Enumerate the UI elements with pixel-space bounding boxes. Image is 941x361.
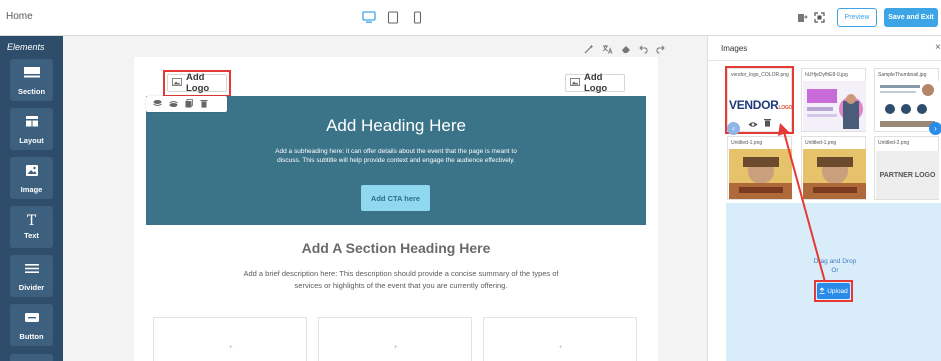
panel-title: Images [721,44,748,53]
canvas-toolbar [584,44,665,56]
card-placeholder: + [394,345,398,351]
export-icon[interactable] [797,10,808,28]
sidebar-item-label: Image [20,184,43,194]
highlight-box-logo [163,70,231,97]
sidebar-item-text[interactable]: T Text [10,206,53,248]
sidebar-item-more[interactable] [10,354,53,361]
drop-zone-text: Drag and Drop Or [813,258,857,274]
hero-heading[interactable]: Add Heading Here [146,116,646,136]
thumbnail-image [803,149,866,199]
partner-logo-text: PARTNER LOGO [876,151,939,199]
thumbnail-filename: SampleThumbnail.jpg [878,72,927,78]
sidebar-item-divider[interactable]: Divider [10,255,53,297]
magic-wand-icon[interactable] [584,44,594,56]
content-card-2[interactable]: + [318,317,472,361]
elements-sidebar: Elements Section Layout Image T Text Div… [0,36,63,361]
sidebar-item-label: Section [17,86,46,96]
block-toolbar [146,96,227,112]
trash-icon[interactable] [200,95,208,113]
cta-button[interactable]: Add CTA here [361,185,430,211]
sidebar-item-section[interactable]: Section [10,59,53,101]
content-card-1[interactable]: + [153,317,307,361]
sidebar-item-button[interactable]: Button [10,304,53,346]
thumbnail-image [803,81,866,131]
content-card-3[interactable]: + [483,317,637,361]
image-icon [24,163,40,181]
image-thumbnail-4[interactable]: Untitled-1.png [727,136,792,200]
carousel-next-button[interactable]: › [929,122,941,135]
hero-subheading[interactable]: Add a subheading here: it can offer deta… [266,148,526,165]
top-right-tools [797,10,825,28]
section-icon [23,65,40,83]
carousel-prev-button[interactable]: ‹ [727,122,740,135]
sidebar-item-layout[interactable]: Layout [10,108,53,150]
card-placeholder: + [559,345,563,351]
image-thumbnail-5[interactable]: Untitled-1.png [801,136,866,200]
image-icon [570,77,580,89]
panel-divider [708,60,941,61]
top-bar: Home Preview Save and Exit [0,0,941,36]
thumbnail-image [729,149,792,199]
add-logo-label: Add Logo [584,72,608,94]
button-icon [24,310,40,328]
sidebar-item-image[interactable]: Image [10,157,53,199]
breadcrumb-home[interactable]: Home [6,11,33,22]
redo-icon[interactable] [656,45,665,56]
sidebar-item-label: Divider [18,282,45,292]
fullscreen-icon[interactable] [814,10,825,28]
sidebar-item-label: Button [19,331,44,341]
undo-icon[interactable] [639,45,648,56]
add-logo-right-button[interactable]: Add Logo [565,72,625,94]
layers-down-icon[interactable] [153,95,162,113]
device-switcher [362,10,424,24]
layout-icon [24,114,40,132]
text-icon: T [26,212,37,229]
thumbnail-filename: Untitled-1.png [731,140,763,146]
divider-icon [24,261,40,279]
translate-icon[interactable] [602,44,613,56]
layers-up-icon[interactable] [169,95,178,113]
image-thumbnail-3[interactable]: SampleThumbnail.jpg [874,68,939,132]
tablet-icon[interactable] [386,10,400,24]
section-description[interactable]: Add a brief description here: This descr… [241,268,561,292]
image-thumbnail-6[interactable]: Untitled-2.png PARTNER LOGO [874,136,939,200]
eraser-icon[interactable] [621,44,631,56]
mobile-icon[interactable] [410,10,424,24]
close-icon[interactable]: × [935,42,941,53]
save-and-exit-button[interactable]: Save and Exit [884,8,938,27]
sidebar-title: Elements [7,42,45,52]
image-thumbnail-2[interactable]: hUHjeDyfhE8-0.jpg [801,68,866,132]
preview-button[interactable]: Preview [837,8,877,27]
section-heading[interactable]: Add A Section Heading Here [146,240,646,256]
sidebar-item-label: Text [24,230,39,240]
desktop-icon[interactable] [362,10,376,24]
card-placeholder: + [229,345,233,351]
highlight-box-upload [814,280,853,302]
thumbnail-filename: hUHjeDyfhE8-0.jpg [805,72,848,78]
thumbnail-filename: Untitled-2.png [878,140,910,146]
sidebar-item-label: Layout [19,135,44,145]
thumbnail-filename: Untitled-1.png [805,140,837,146]
copy-icon[interactable] [185,95,193,113]
